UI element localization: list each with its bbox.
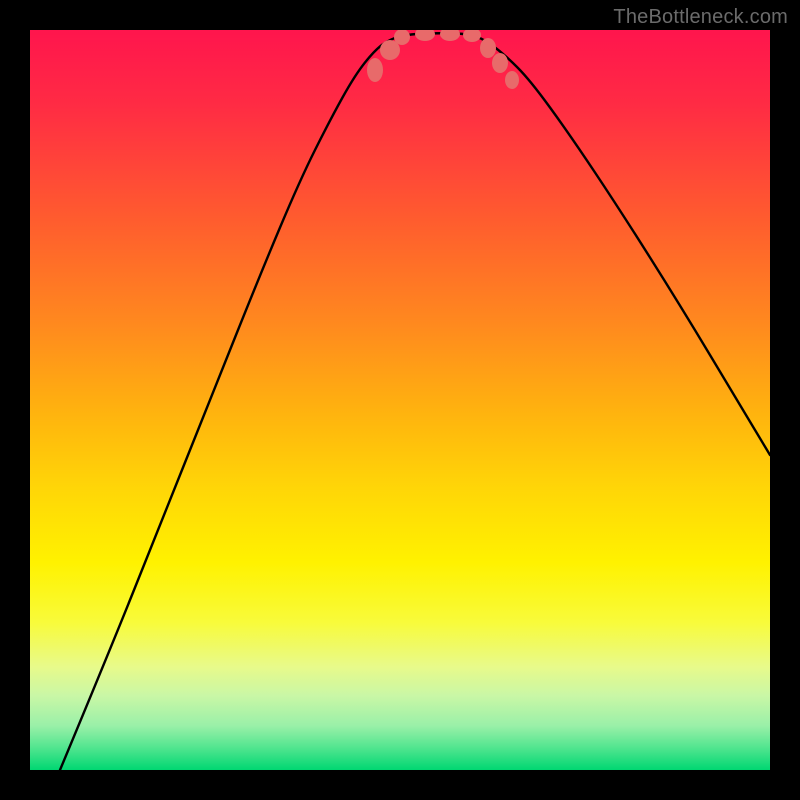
marker-dot bbox=[463, 30, 481, 42]
plot-area bbox=[30, 30, 770, 770]
marker-dot bbox=[440, 30, 460, 41]
marker-dot bbox=[505, 71, 519, 89]
marker-dot bbox=[492, 53, 508, 73]
marker-dot bbox=[480, 38, 496, 58]
marker-dot bbox=[415, 30, 435, 41]
marker-dot bbox=[367, 58, 383, 82]
curve-svg bbox=[30, 30, 770, 770]
outer-frame: TheBottleneck.com bbox=[0, 0, 800, 800]
bottleneck-curve bbox=[60, 33, 770, 770]
watermark-text: TheBottleneck.com bbox=[613, 6, 788, 29]
